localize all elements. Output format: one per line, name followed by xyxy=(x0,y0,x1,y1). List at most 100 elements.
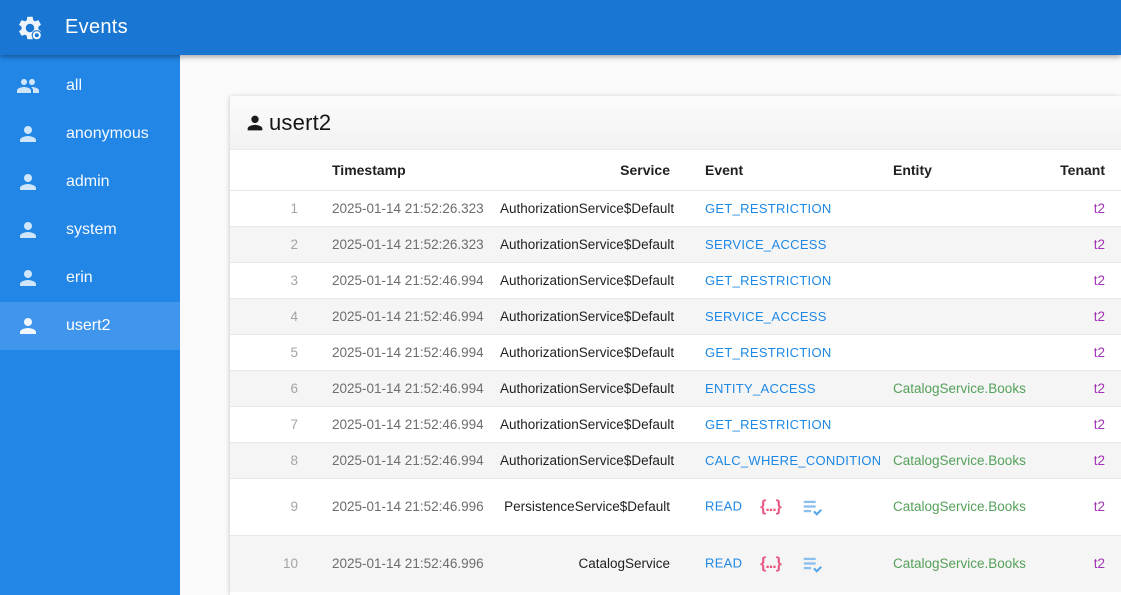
person-icon xyxy=(16,314,40,338)
row-tenant: t2 xyxy=(1093,236,1105,252)
event-link[interactable]: GET_RESTRICTION xyxy=(705,201,832,216)
sidebar-item-label: admin xyxy=(66,173,110,190)
app-title: Events xyxy=(65,16,128,38)
event-link[interactable]: GET_RESTRICTION xyxy=(705,417,832,432)
page-title: usert2 xyxy=(269,109,332,135)
row-number: 4 xyxy=(290,308,298,324)
table-row: 10 2025-01-14 21:52:46.996 CatalogServic… xyxy=(230,535,1121,592)
row-tenant: t2 xyxy=(1093,380,1105,396)
table-row: 1 2025-01-14 21:52:26.323 AuthorizationS… xyxy=(230,190,1121,226)
sidebar-item-erin[interactable]: erin xyxy=(0,254,180,302)
table-header-row: Timestamp Service Event Entity Tenant xyxy=(230,150,1121,190)
event-link[interactable]: ENTITY_ACCESS xyxy=(705,381,816,396)
row-timestamp: 2025-01-14 21:52:46.994 xyxy=(332,344,484,360)
sidebar-item-anonymous[interactable]: anonymous xyxy=(0,110,180,158)
row-timestamp: 2025-01-14 21:52:46.994 xyxy=(332,416,484,432)
event-link[interactable]: GET_RESTRICTION xyxy=(705,273,832,288)
row-tenant: t2 xyxy=(1093,308,1105,324)
column-timestamp: Timestamp xyxy=(315,150,500,190)
table-row: 9 2025-01-14 21:52:46.996 PersistenceSer… xyxy=(230,478,1121,535)
event-link[interactable]: READ xyxy=(705,498,742,513)
card-header: usert2 xyxy=(230,96,1121,150)
table-row: 4 2025-01-14 21:52:46.994 AuthorizationS… xyxy=(230,298,1121,334)
checklist-check-icon[interactable] xyxy=(801,553,823,575)
people-icon xyxy=(16,74,40,98)
checklist-check-icon[interactable] xyxy=(801,496,823,518)
payload-braces-icon[interactable]: {...} xyxy=(760,555,782,573)
table-row: 8 2025-01-14 21:52:46.994 AuthorizationS… xyxy=(230,442,1121,478)
row-service: AuthorizationService$Default xyxy=(500,380,675,396)
row-timestamp: 2025-01-14 21:52:46.996 xyxy=(332,499,484,514)
row-number: 1 xyxy=(290,200,298,216)
event-link[interactable]: GET_RESTRICTION xyxy=(705,345,832,360)
row-entity xyxy=(880,298,1040,334)
payload-braces-icon[interactable]: {...} xyxy=(760,498,782,516)
events-card: usert2 Timestamp Service Event Entity Te… xyxy=(230,96,1121,595)
row-entity: CatalogService.Books xyxy=(893,380,1026,396)
person-icon xyxy=(16,218,40,242)
row-service: CatalogService xyxy=(578,556,670,572)
row-service: AuthorizationService$Default xyxy=(500,272,675,288)
row-number: 3 xyxy=(290,272,298,288)
column-entity: Entity xyxy=(880,150,1040,190)
row-timestamp: 2025-01-14 21:52:46.996 xyxy=(332,556,484,572)
row-service: AuthorizationService$Default xyxy=(500,416,675,432)
row-entity: CatalogService.Books xyxy=(893,452,1026,468)
row-tenant: t2 xyxy=(1093,416,1105,432)
row-service: AuthorizationService$Default xyxy=(500,344,675,360)
row-timestamp: 2025-01-14 21:52:46.994 xyxy=(332,380,484,396)
users-sidebar: all anonymous admin system erin usert2 xyxy=(0,55,180,595)
column-tenant: Tenant xyxy=(1040,150,1121,190)
table-row: 3 2025-01-14 21:52:46.994 AuthorizationS… xyxy=(230,262,1121,298)
row-number: 2 xyxy=(290,236,298,252)
row-service: AuthorizationService$Default xyxy=(500,308,675,324)
sidebar-item-label: usert2 xyxy=(66,317,111,334)
sidebar-item-system[interactable]: system xyxy=(0,206,180,254)
row-entity: CatalogService.Books xyxy=(893,556,1026,572)
row-service: PersistenceService$Default xyxy=(504,499,670,514)
row-number: 8 xyxy=(290,452,298,468)
row-tenant: t2 xyxy=(1093,556,1105,572)
person-icon xyxy=(16,170,40,194)
table-row: 7 2025-01-14 21:52:46.994 AuthorizationS… xyxy=(230,406,1121,442)
sidebar-item-label: erin xyxy=(66,269,93,286)
row-number: 9 xyxy=(290,499,298,514)
row-entity xyxy=(880,262,1040,298)
row-service: AuthorizationService$Default xyxy=(500,236,675,252)
event-link[interactable]: CALC_WHERE_CONDITION xyxy=(705,453,880,468)
sidebar-item-label: anonymous xyxy=(66,125,149,142)
row-timestamp: 2025-01-14 21:52:26.323 xyxy=(332,236,484,252)
sidebar-item-label: system xyxy=(66,221,117,238)
row-service: AuthorizationService$Default xyxy=(500,200,675,216)
row-number: 5 xyxy=(290,344,298,360)
person-icon xyxy=(16,266,40,290)
row-tenant: t2 xyxy=(1093,200,1105,216)
sidebar-item-label: all xyxy=(66,77,83,94)
events-table-body: 1 2025-01-14 21:52:26.323 AuthorizationS… xyxy=(230,190,1121,592)
row-tenant: t2 xyxy=(1093,272,1105,288)
appbar: Events xyxy=(0,0,1121,55)
person-icon xyxy=(16,122,40,146)
row-tenant: t2 xyxy=(1093,499,1105,514)
event-link[interactable]: READ xyxy=(705,555,742,570)
table-row: 2 2025-01-14 21:52:26.323 AuthorizationS… xyxy=(230,226,1121,262)
services-gear-icon xyxy=(15,13,45,43)
row-service: AuthorizationService$Default xyxy=(500,452,675,468)
row-entity xyxy=(880,334,1040,370)
row-entity xyxy=(880,406,1040,442)
event-link[interactable]: SERVICE_ACCESS xyxy=(705,237,827,252)
table-row: 6 2025-01-14 21:52:46.994 AuthorizationS… xyxy=(230,370,1121,406)
sidebar-item-usert2[interactable]: usert2 xyxy=(0,302,180,350)
row-number: 10 xyxy=(282,556,298,572)
row-entity xyxy=(880,226,1040,262)
row-entity: CatalogService.Books xyxy=(893,499,1026,514)
sidebar-item-admin[interactable]: admin xyxy=(0,158,180,206)
row-timestamp: 2025-01-14 21:52:46.994 xyxy=(332,308,484,324)
column-number xyxy=(230,150,315,190)
person-icon xyxy=(247,115,263,130)
main-content: usert2 Timestamp Service Event Entity Te… xyxy=(180,55,1121,595)
row-number: 6 xyxy=(290,380,298,396)
event-link[interactable]: SERVICE_ACCESS xyxy=(705,309,827,324)
sidebar-item-all[interactable]: all xyxy=(0,62,180,110)
row-timestamp: 2025-01-14 21:52:26.323 xyxy=(332,200,484,216)
